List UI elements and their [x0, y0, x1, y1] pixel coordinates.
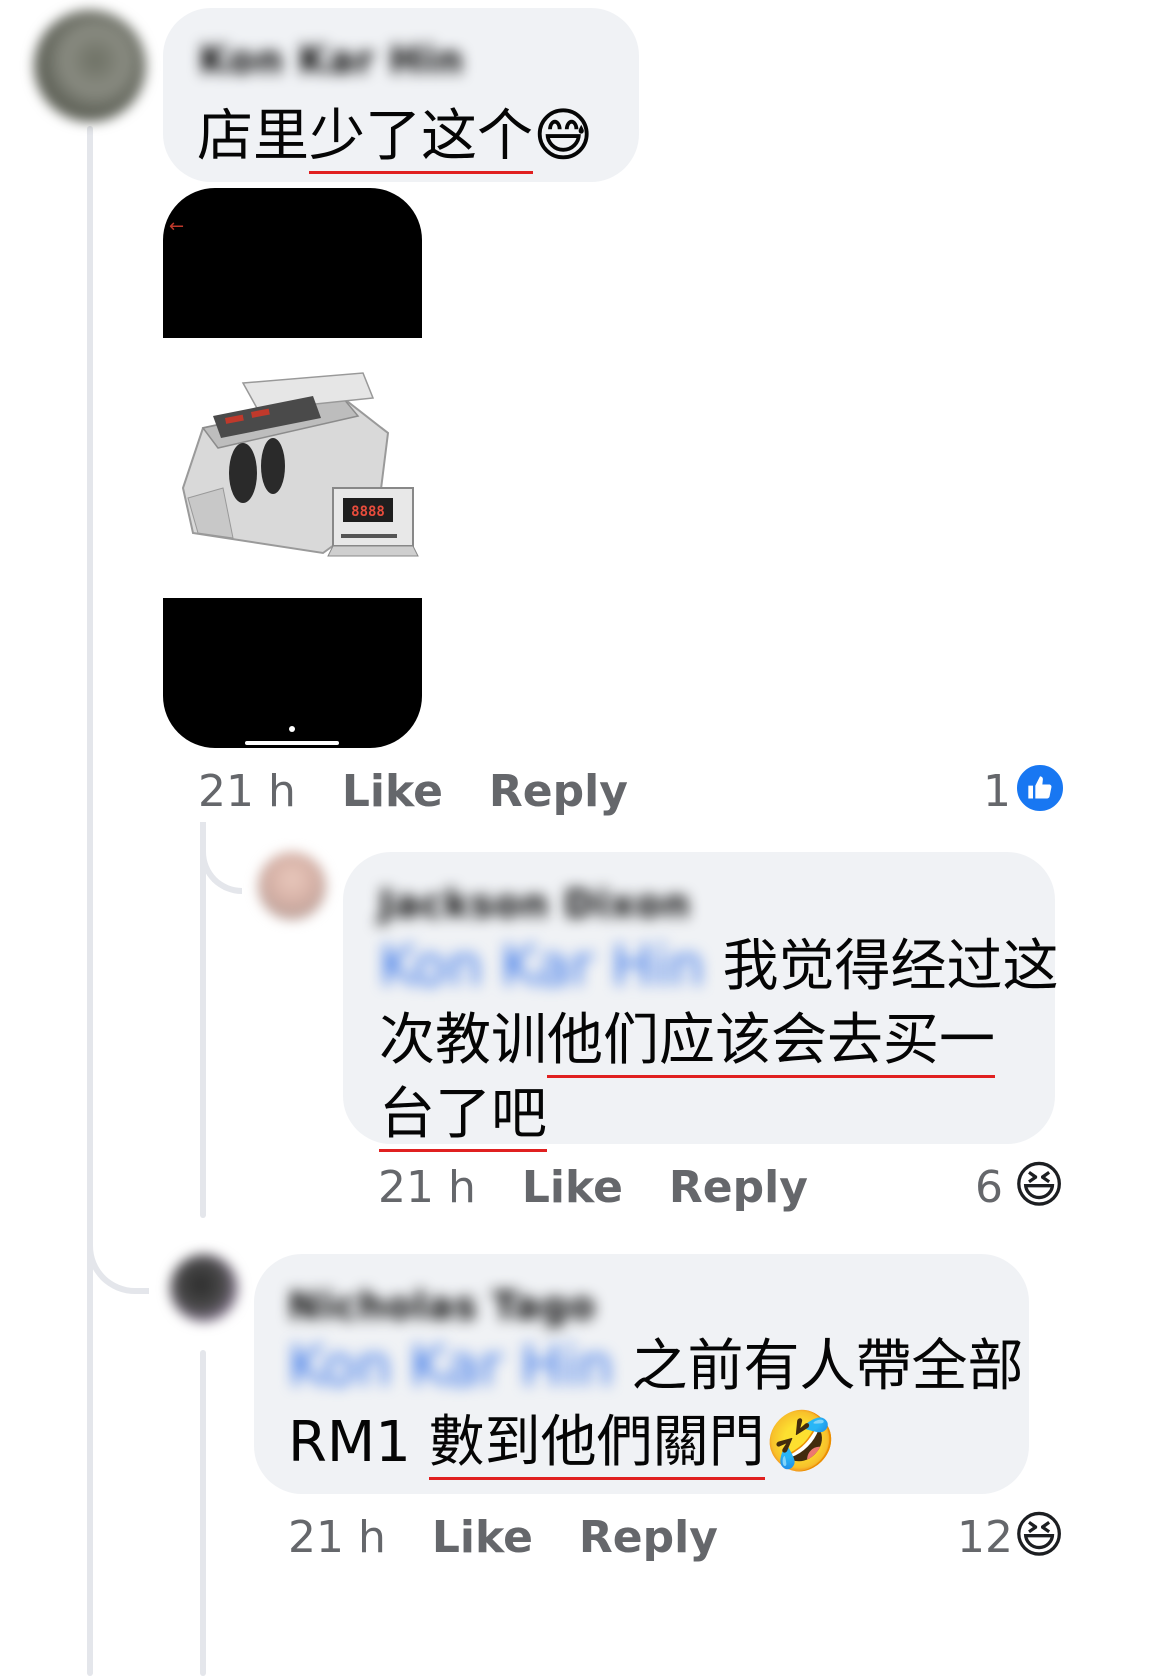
comment-text: 店里少了这个😅 [197, 98, 593, 174]
thumbs-up-icon [1028, 776, 1052, 799]
haha-icon[interactable]: 😆 [1013, 1160, 1065, 1210]
timestamp: 21 h [288, 1512, 386, 1563]
page-indicator-dot [289, 726, 295, 732]
comment-author[interactable]: Nicholas Tago [288, 1284, 596, 1328]
money-counter-machine-icon: 8888 [181, 372, 419, 557]
comment-line-2-plain: 次教训 [379, 1008, 547, 1073]
comment-line-1-text: 我觉得经过这 [722, 934, 1059, 999]
like-icon[interactable] [1014, 762, 1066, 814]
timestamp: 21 h [378, 1162, 476, 1213]
comment-line-2: RM1 數到他們關門🤣 [288, 1404, 1018, 1480]
comment-text-underlined: 少了这个 [309, 104, 533, 174]
reply-button[interactable]: Reply [669, 1162, 808, 1213]
comment-line-3-underlined: 台了吧 [379, 1082, 547, 1152]
reaction-count[interactable]: 1 [983, 766, 1011, 817]
comment-author[interactable]: Kon Kar Hin [199, 38, 464, 82]
comment-line-1: Kon Kar Hin 我觉得经过这 [379, 930, 1059, 1004]
comment-line-2: 次教训他们应该会去买一 [379, 1004, 1029, 1078]
reply-button[interactable]: Reply [489, 766, 628, 817]
timestamp: 21 h [198, 766, 296, 817]
thread-line-reply-2 [200, 1350, 206, 1676]
avatar[interactable] [170, 1254, 238, 1322]
haha-icon[interactable]: 😆 [1013, 1510, 1065, 1560]
comment-bubble: Kon Kar Hin 店里少了这个😅 [163, 8, 639, 182]
thread-line-reply [200, 822, 206, 1218]
comment-line-3: 台了吧 [379, 1078, 1029, 1152]
like-button[interactable]: Like [342, 766, 443, 817]
comment-bubble: Nicholas Tago Kon Kar Hin 之前有人帶全部 RM1 數到他… [254, 1254, 1029, 1494]
comment-meta: 21 h Like Reply [288, 1512, 718, 1563]
rofl-emoji-icon: 🤣 [764, 1407, 837, 1475]
like-button[interactable]: Like [432, 1512, 533, 1563]
thread-line-main [87, 126, 93, 1676]
product-photo: 8888 [163, 338, 422, 598]
mention-tag[interactable]: Kon Kar Hin [379, 930, 705, 1004]
mention-tag[interactable]: Kon Kar Hin [288, 1330, 614, 1404]
comment-line-2-underlined: 數到他們關門 [428, 1410, 765, 1480]
sweat-smile-emoji-icon: 😅 [533, 101, 594, 169]
comment-line-1: Kon Kar Hin 之前有人帶全部 [288, 1330, 1024, 1404]
comment-line-2-plain: RM1 [288, 1410, 429, 1475]
comment-meta: 21 h Like Reply [198, 766, 628, 817]
comment-text: Kon Kar Hin 之前有人帶全部 RM1 數到他們關門🤣 [288, 1330, 1024, 1480]
reaction-count[interactable]: 6 [975, 1162, 1003, 1213]
comment-meta: 21 h Like Reply [378, 1162, 808, 1213]
thread-connector-1 [200, 822, 242, 894]
comment-author[interactable]: Jackson Dixon [379, 882, 691, 926]
comment-bubble: Jackson Dixon Kon Kar Hin 我觉得经过这 次教训他们应该会… [343, 852, 1059, 1152]
comment-line-1-text: 之前有人帶全部 [631, 1334, 1024, 1399]
image-attachment[interactable]: ← 8888 [163, 188, 422, 748]
display-digits: 8888 [351, 504, 385, 520]
comment-text: Kon Kar Hin 我觉得经过这 次教训他们应该会去买一 台了吧 [379, 930, 1059, 1152]
home-indicator [245, 741, 339, 745]
back-arrow-icon: ← [169, 216, 185, 237]
reaction-count[interactable]: 12 [957, 1512, 1013, 1563]
avatar[interactable] [34, 10, 146, 122]
comment-text-plain: 店里 [197, 104, 309, 169]
avatar[interactable] [258, 852, 326, 920]
comment-line-2-underlined: 他们应该会去买一 [547, 1008, 995, 1078]
like-button[interactable]: Like [522, 1162, 623, 1213]
reply-button[interactable]: Reply [579, 1512, 718, 1563]
thread-connector-2 [87, 1180, 149, 1294]
